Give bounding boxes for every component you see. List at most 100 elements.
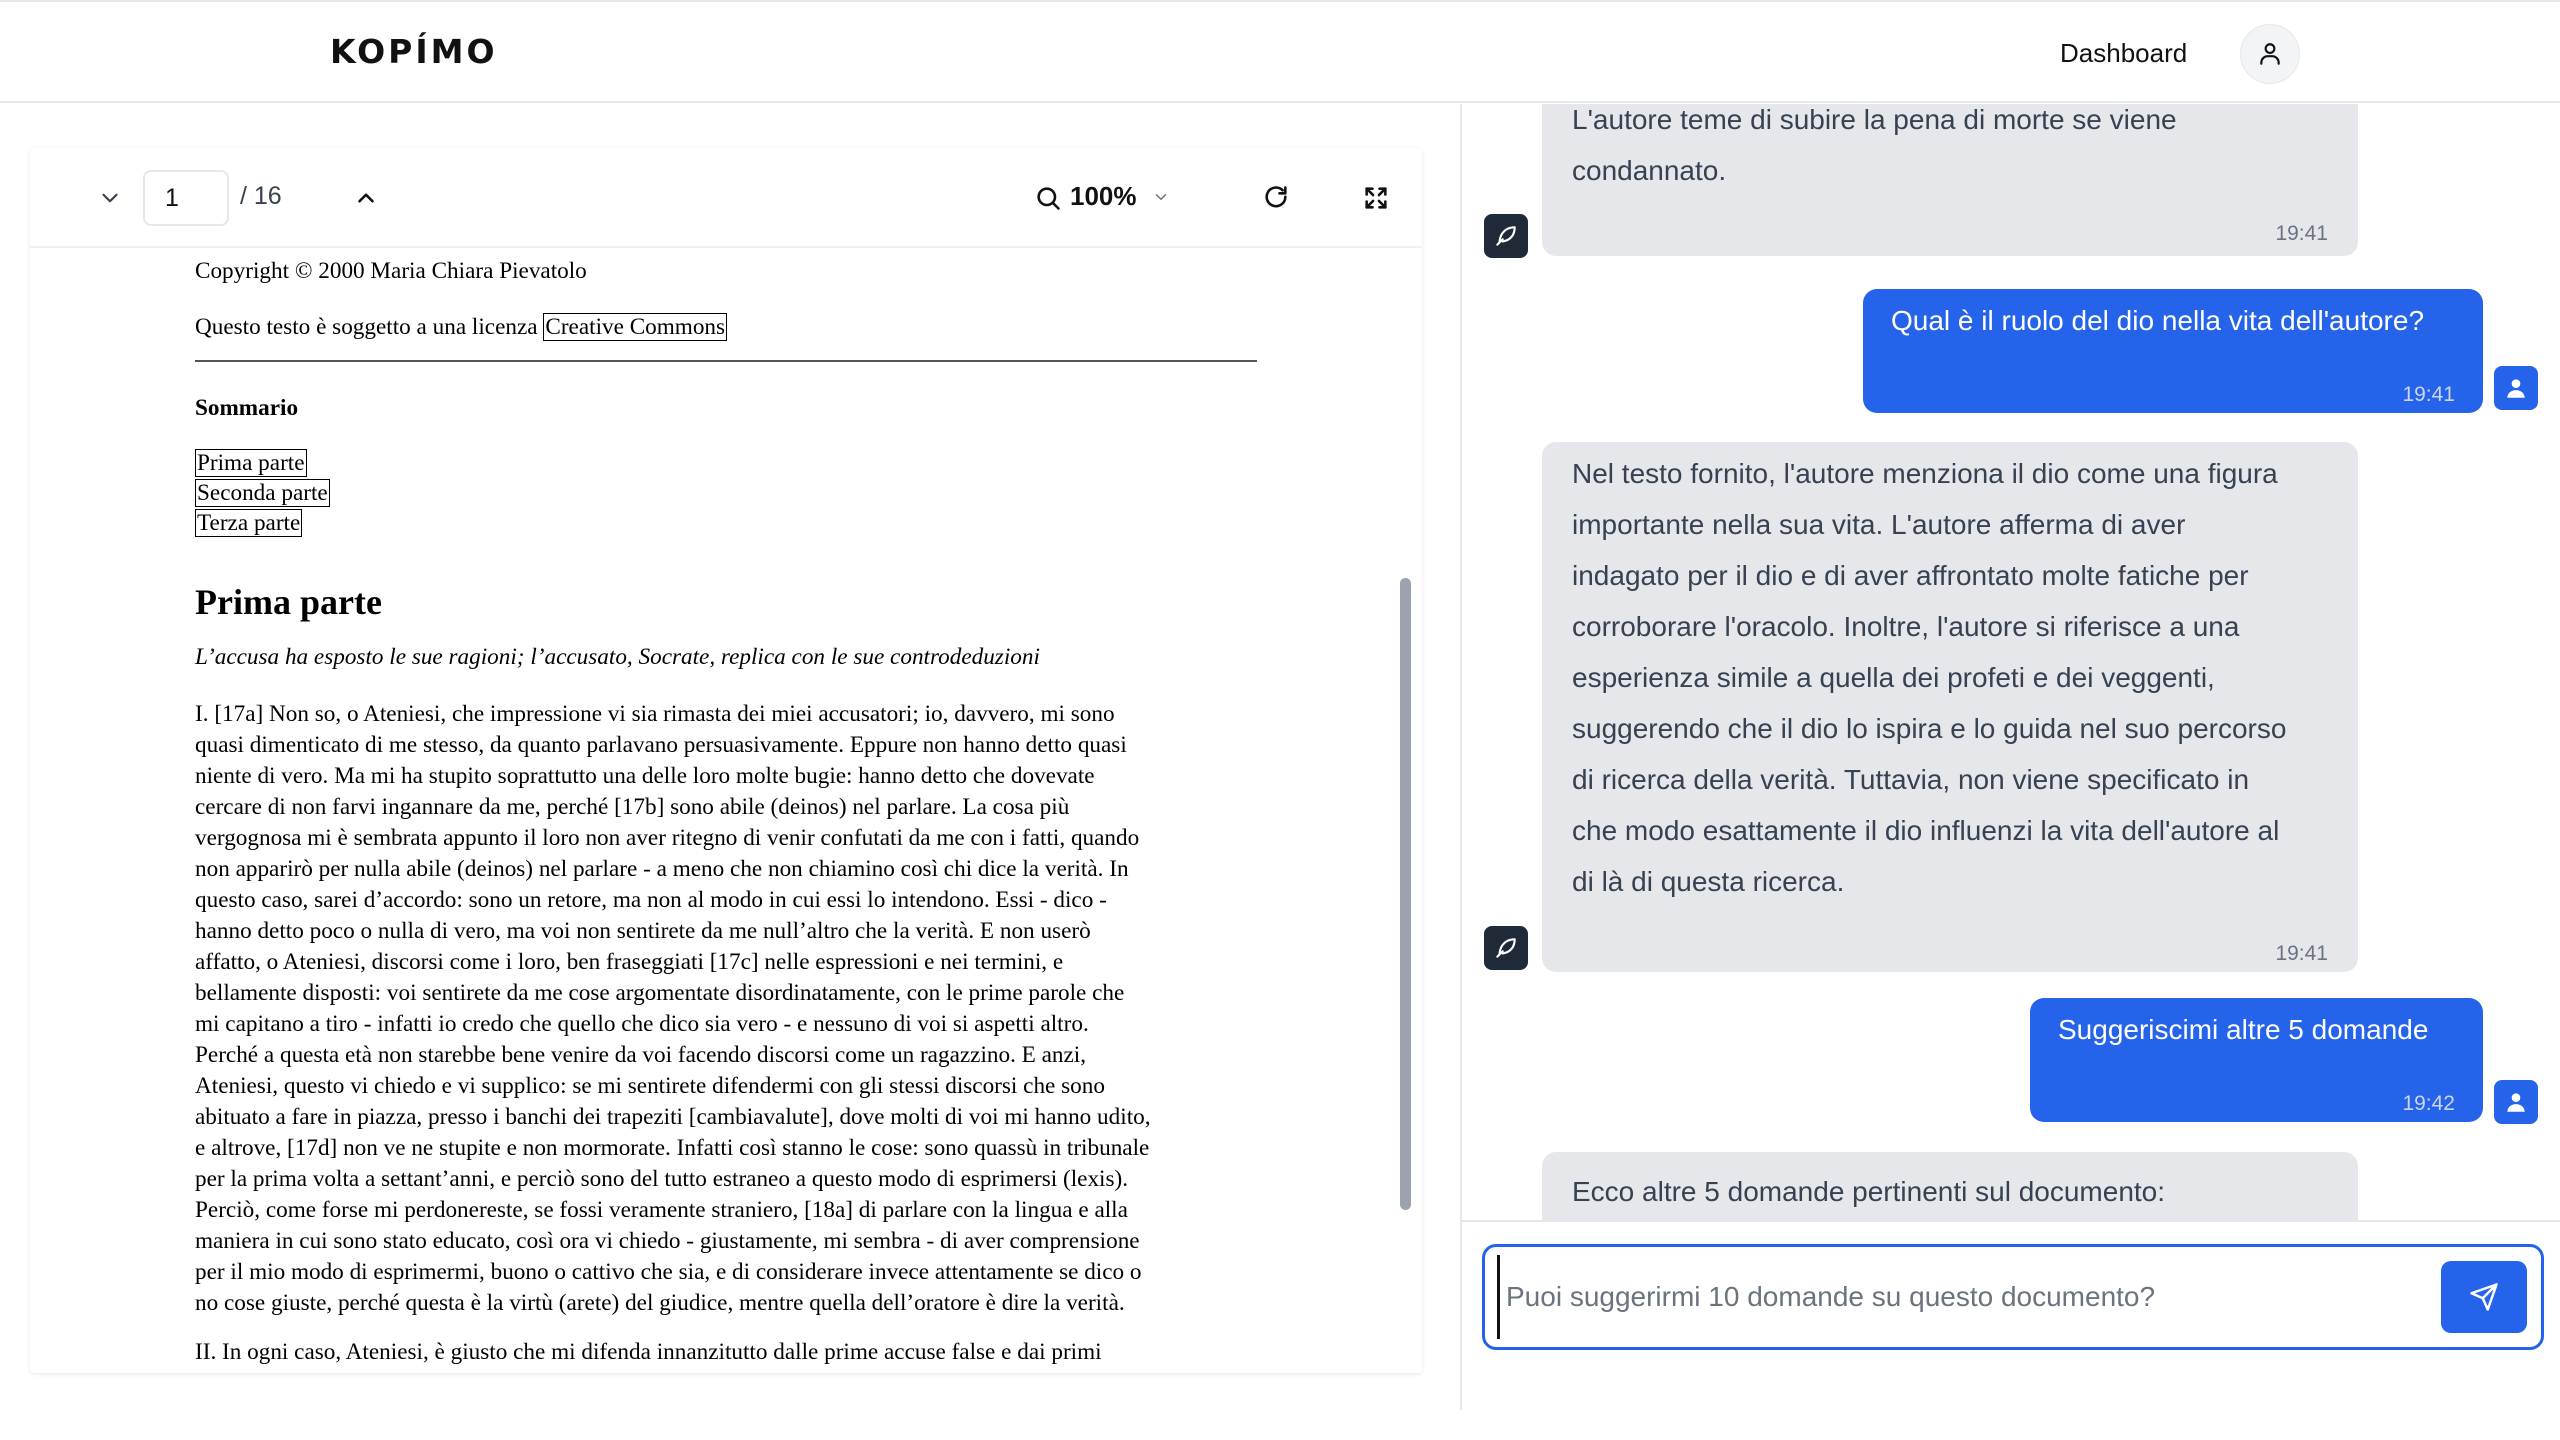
next-page-button[interactable] xyxy=(348,180,384,216)
message-text: Qual è il ruolo del dio nella vita dell'… xyxy=(1891,305,2425,336)
chat-panel: L'autore teme di subire la pena di morte… xyxy=(1462,104,2560,1220)
message-text: Suggeriscimi altre 5 domande xyxy=(2058,1014,2429,1045)
app-logo[interactable]: KOPÍMO xyxy=(330,32,498,71)
license-line: Questo testo è soggetto a una licenza Cr… xyxy=(195,312,728,343)
paragraph-line: Perché a questa età non starebbe bene ve… xyxy=(195,1042,1087,1068)
document-page[interactable]: Copyright © 2000 Maria Chiara Pievatolo … xyxy=(30,250,1422,1373)
paragraph-line: non apparirò per nulla abile (deinos) ne… xyxy=(195,856,1129,882)
paragraph-line: II. In ogni caso, Ateniesi, è giusto che… xyxy=(195,1339,1102,1365)
paragraph-line: hanno detto poco o nulla di vero, ma voi… xyxy=(195,918,1091,944)
message-line: di là di questa ricerca. xyxy=(1572,866,1845,897)
paragraph-line: Ateniesi, questo vi chiedo e vi supplico… xyxy=(195,1073,1105,1099)
copyright-line: Copyright © 2000 Maria Chiara Pievatolo xyxy=(195,258,587,284)
chevron-up-icon xyxy=(358,193,374,203)
send-button[interactable] xyxy=(2441,1261,2527,1333)
paragraph-line: niente di vero. Ma mi ha stupito sopratt… xyxy=(195,763,1095,789)
paragraph-line: vergognosa mi è sembrata appunto il loro… xyxy=(195,825,1140,851)
user-message: Qual è il ruolo del dio nella vita dell'… xyxy=(1863,289,2483,413)
creative-commons-link[interactable]: Creative Commons xyxy=(543,313,728,341)
toc-link-seconda-parte[interactable]: Seconda parte xyxy=(195,479,330,507)
message-line: suggerendo che il dio lo ispira e lo gui… xyxy=(1572,713,2287,744)
message-line: indagato per il dio e di aver affrontato… xyxy=(1572,560,2249,591)
paragraph-1: I. [17a] Non so, o Ateniesi, che impress… xyxy=(195,699,1290,1319)
message-line: condannato. xyxy=(1572,155,1727,186)
table-of-contents: Prima parte Seconda parte Terza parte xyxy=(195,448,330,538)
user-icon xyxy=(2507,379,2525,398)
message-text: Ecco altre 5 domande pertinenti sul docu… xyxy=(1572,1166,2328,1217)
nav-dashboard-link[interactable]: Dashboard xyxy=(2060,38,2187,69)
chat-footer-divider xyxy=(1462,1220,2560,1222)
message-text: L'autore teme di subire la pena di morte… xyxy=(1572,104,2328,196)
zoom-search-button[interactable] xyxy=(1030,180,1066,216)
page-total-label: / 16 xyxy=(240,182,282,210)
paragraph-line: no cose giuste, perché questa è la virtù… xyxy=(195,1290,1125,1316)
message-line: importante nella sua vita. L'autore affe… xyxy=(1572,509,2186,540)
paragraph-line: affatto, o Ateniesi, discorsi come i lor… xyxy=(195,949,1064,975)
fullscreen-button[interactable] xyxy=(1356,178,1396,218)
paragraph-line: quasi dimenticato di me stesso, da quant… xyxy=(195,732,1127,758)
expand-icon xyxy=(1365,187,1387,209)
paragraph-2: II. In ogni caso, Ateniesi, è giusto che… xyxy=(195,1337,1290,1368)
chat-input-box xyxy=(1482,1244,2544,1350)
chat-input[interactable] xyxy=(1497,1255,2447,1339)
message-line: L'autore teme di subire la pena di morte… xyxy=(1572,104,2177,135)
paragraph-line: cercare di non farvi ingannare da me, pe… xyxy=(195,794,1070,820)
paragraph-line: maniera in cui sono stato educato, così … xyxy=(195,1228,1140,1254)
page-bottom xyxy=(0,1410,2560,1440)
user-message: Suggeriscimi altre 5 domande 19:42 xyxy=(2030,998,2483,1122)
paragraph-line: abituato a fare in piazza, presso i banc… xyxy=(195,1104,1151,1130)
user-icon xyxy=(2260,43,2280,65)
paragraph-line: questo caso, sarei d’accordo: sono un re… xyxy=(195,887,1107,913)
toc-link-prima-parte[interactable]: Prima parte xyxy=(195,449,307,477)
pdf-viewer: / 16 100% Copyright © 2000 Maria Chiara … xyxy=(30,148,1422,1373)
user-icon xyxy=(2507,1093,2525,1112)
ai-message: Nel testo fornito, l'autore menziona il … xyxy=(1542,442,2358,972)
paragraph-line: e altrove, [17d] non ve ne stupite e non… xyxy=(195,1135,1150,1161)
paragraph-line: mi capitano a tiro - infatti io credo ch… xyxy=(195,1011,1089,1037)
chevron-down-icon xyxy=(102,193,118,203)
send-icon xyxy=(2470,1283,2498,1311)
paragraph-line: per il mio modo di esprimermi, buono o c… xyxy=(195,1259,1142,1285)
message-line: Nel testo fornito, l'autore menziona il … xyxy=(1572,458,2278,489)
page-number-input[interactable] xyxy=(143,170,229,226)
bot-avatar xyxy=(1484,926,1528,970)
ai-message: Ecco altre 5 domande pertinenti sul docu… xyxy=(1542,1152,2358,1220)
viewer-toolbar: / 16 100% xyxy=(30,148,1422,248)
refresh-icon xyxy=(1265,186,1287,208)
zoom-level[interactable]: 100% xyxy=(1070,181,1137,212)
feather-icon xyxy=(1496,226,1516,246)
sommario-title: Sommario xyxy=(195,395,299,421)
message-line: corroborare l'oracolo. Inoltre, l'autore… xyxy=(1572,611,2240,642)
paragraph-line: Perciò, come forse mi perdonereste, se f… xyxy=(195,1197,1128,1223)
top-navbar: KOPÍMO Dashboard xyxy=(0,0,2560,103)
paragraph-line: I. [17a] Non so, o Ateniesi, che impress… xyxy=(195,701,1115,727)
message-line: esperienza simile a quella dei profeti e… xyxy=(1572,662,2215,693)
chevron-down-icon xyxy=(1155,194,1167,200)
paragraph-line: per la prima volta a settant’anni, e per… xyxy=(195,1166,1129,1192)
prev-page-button[interactable] xyxy=(92,180,128,216)
paragraph-line: bellamente disposti: voi sentirete da me… xyxy=(195,980,1125,1006)
message-time: 19:41 xyxy=(2275,222,2328,245)
message-line: che modo esattamente il dio influenzi la… xyxy=(1572,815,2280,846)
zoom-dropdown[interactable] xyxy=(1148,184,1174,210)
message-line: Ecco altre 5 domande pertinenti sul docu… xyxy=(1572,1176,2166,1207)
message-time: 19:41 xyxy=(2275,942,2328,965)
horizontal-rule xyxy=(195,360,1257,362)
profile-button[interactable] xyxy=(2240,24,2300,84)
feather-icon xyxy=(1496,938,1516,958)
user-avatar xyxy=(2494,366,2538,410)
message-time: 19:41 xyxy=(2402,383,2455,406)
section-heading: Prima parte xyxy=(195,582,382,622)
message-time: 19:42 xyxy=(2402,1092,2455,1115)
message-text: Nel testo fornito, l'autore menziona il … xyxy=(1572,448,2328,907)
ai-message: L'autore teme di subire la pena di morte… xyxy=(1542,104,2358,256)
search-icon xyxy=(1037,187,1060,210)
user-avatar xyxy=(2494,1080,2538,1124)
rotate-button[interactable] xyxy=(1256,178,1296,218)
toc-link-terza-parte[interactable]: Terza parte xyxy=(195,509,303,537)
bot-avatar xyxy=(1484,214,1528,258)
license-text: Questo testo è soggetto a una licenza xyxy=(195,314,538,340)
section-subtitle: L’accusa ha esposto le sue ragioni; l’ac… xyxy=(195,644,1040,670)
document-scrollbar[interactable] xyxy=(1400,578,1411,1210)
message-line: di ricerca della verità. Tuttavia, non v… xyxy=(1572,764,2250,795)
